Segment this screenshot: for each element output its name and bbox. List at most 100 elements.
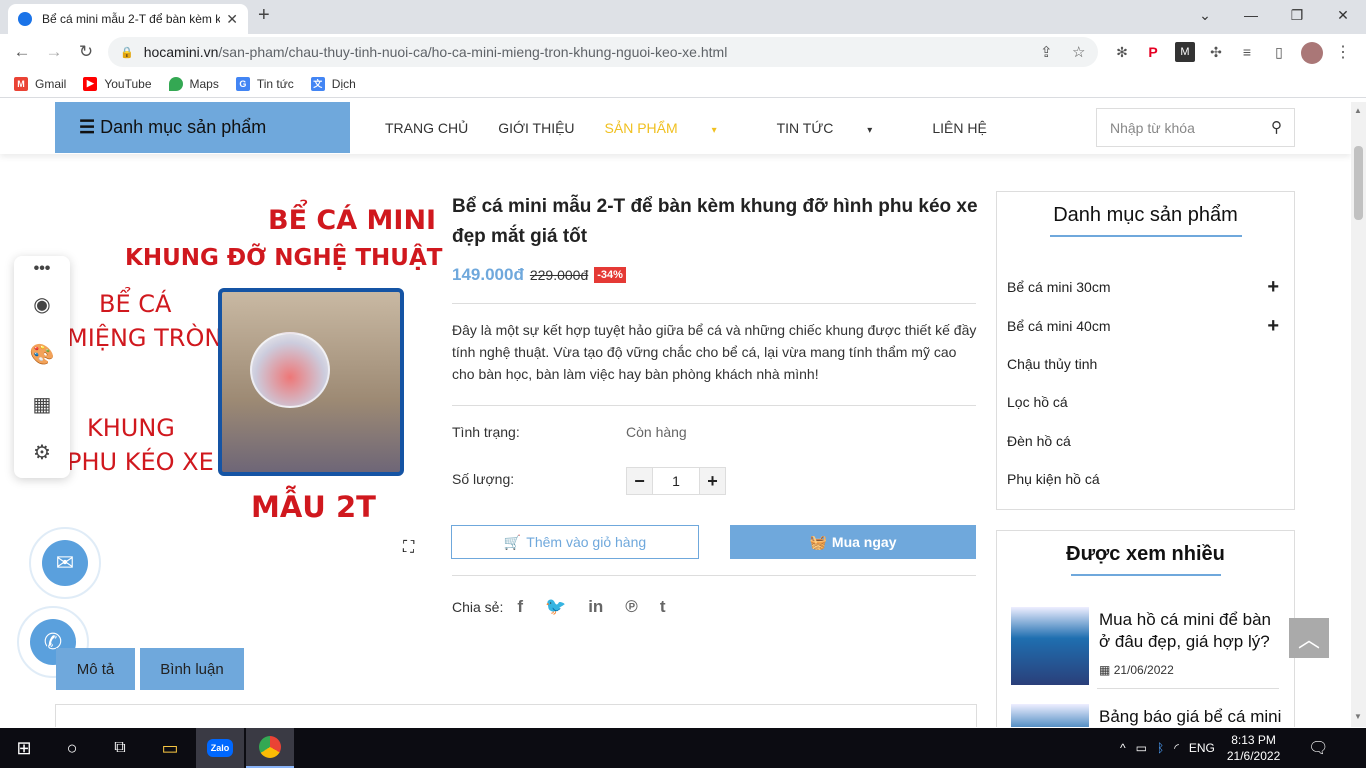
image-text: PHU KÉO XE [67, 448, 214, 476]
browser-tab[interactable]: Bể cá mini mẫu 2-T để bàn kèm k ✕ [8, 4, 248, 34]
share-page-icon[interactable]: ⇪ [1040, 43, 1053, 61]
nav-news[interactable]: TIN TỨC ▾ [777, 120, 903, 136]
category-item[interactable]: Bể cá mini 30cm + [1007, 276, 1287, 298]
news-item[interactable]: Mua hồ cá mini để bàn ở đâu đẹp, giá hợp… [1011, 607, 1291, 687]
news-title[interactable]: Bảng báo giá bể cá mini [1099, 706, 1284, 727]
new-tab-button[interactable]: + [258, 4, 270, 27]
bluetooth-icon[interactable]: ᛒ [1157, 741, 1164, 755]
palette-icon[interactable]: 🎨 [14, 342, 70, 367]
file-explorer-icon[interactable]: ▭ [148, 728, 192, 768]
clock-date: 21/6/2022 [1226, 749, 1281, 763]
linkedin-icon[interactable]: in [588, 597, 603, 617]
language-indicator[interactable]: ENG [1189, 741, 1215, 755]
news-title[interactable]: Mua hồ cá mini để bàn ở đâu đẹp, giá hợp… [1099, 609, 1284, 653]
pinterest-extension-icon[interactable]: P [1143, 42, 1163, 62]
close-window-button[interactable]: ✕ [1320, 0, 1366, 30]
nav-products[interactable]: SẢN PHẨM ▾ [605, 120, 747, 136]
reload-icon[interactable]: ↻ [70, 36, 102, 68]
page-scrollbar[interactable]: ▲ ▼ [1351, 102, 1366, 727]
tab-description[interactable]: Mô tả [56, 648, 135, 690]
nav-about[interactable]: GIỚI THIỆU [498, 120, 574, 136]
scrollbar-thumb[interactable] [1354, 146, 1363, 220]
scroll-down-arrow-icon[interactable]: ▼ [1354, 712, 1362, 721]
more-icon[interactable]: ••• [14, 260, 70, 278]
twitter-icon[interactable]: 🐦 [545, 597, 566, 617]
product-image[interactable]: BỂ CÁ MINI KHUNG ĐỠ NGHỆ THUẬT BỂ CÁ MIỆ… [55, 190, 442, 525]
minimize-button[interactable]: — [1228, 0, 1274, 30]
plus-button[interactable]: + [700, 468, 725, 494]
zalo-app-icon[interactable]: Zalo [196, 728, 244, 768]
bookmark-maps[interactable]: Maps [168, 76, 219, 91]
search-circle-icon[interactable]: ○ [48, 728, 96, 768]
pinterest-icon[interactable]: ℗ [625, 597, 638, 617]
category-item[interactable]: Chậu thủy tinh [1007, 356, 1287, 372]
nav-home[interactable]: TRANG CHỦ [385, 120, 468, 136]
quantity-input[interactable]: 1 [652, 468, 700, 494]
settings-gears-icon[interactable]: ⚙ [14, 440, 70, 465]
add-to-cart-button[interactable]: 🛒 Thêm vào giỏ hàng [451, 525, 699, 559]
tab-search-icon[interactable]: ⌄ [1182, 0, 1228, 30]
mendeley-extension-icon[interactable]: M [1175, 42, 1195, 62]
buy-now-button[interactable]: 🧺 Mua ngay [730, 525, 976, 559]
show-hidden-icons-icon[interactable]: ^ [1120, 741, 1126, 755]
back-icon[interactable]: ← [6, 36, 38, 68]
news-date-text: 21/06/2022 [1113, 663, 1174, 677]
bookmark-gmail[interactable]: M Gmail [14, 76, 66, 91]
chrome-app-icon[interactable] [246, 728, 294, 768]
category-menu-button[interactable]: ☰ Danh mục sản phẩm [55, 102, 350, 153]
fullscreen-icon[interactable]: ⛶ [403, 539, 414, 557]
search-input[interactable]: Nhập từ khóa ⚲ [1096, 108, 1295, 147]
bookmark-label: Dịch [331, 76, 356, 91]
eye-icon[interactable]: ◉ [14, 292, 70, 317]
image-text: MIỆNG TRÒN [67, 324, 223, 352]
plus-icon[interactable]: + [1267, 276, 1279, 299]
messenger-button[interactable]: ✉ [29, 527, 101, 599]
profile-avatar[interactable] [1301, 42, 1323, 64]
main-nav: TRANG CHỦ GIỚI THIỆU SẢN PHẨM ▾ TIN TỨC … [385, 102, 1017, 153]
category-item[interactable]: Phụ kiện hồ cá [1007, 471, 1287, 487]
category-item[interactable]: Lọc hồ cá [1007, 394, 1287, 410]
facebook-icon[interactable]: f [517, 597, 523, 617]
notification-icon[interactable]: 🗨 [1308, 738, 1328, 758]
extension-gear-icon[interactable]: ✻ [1112, 42, 1132, 62]
media-control-icon[interactable]: ≡ [1237, 42, 1257, 62]
search-icon[interactable]: ⚲ [1271, 118, 1282, 136]
bookmark-star-icon[interactable]: ☆ [1072, 43, 1085, 61]
clock[interactable]: 8:13 PM 21/6/2022 [1227, 732, 1280, 764]
bookmark-news[interactable]: G Tin tức [235, 76, 294, 91]
nav-contact[interactable]: LIÊN HỆ [932, 120, 986, 136]
bookmark-translate[interactable]: 文 Dịch [310, 76, 356, 91]
minus-button[interactable]: − [627, 468, 652, 494]
title-underline [1070, 574, 1221, 576]
sidebar-popular: Được xem nhiều Mua hồ cá mini để bàn ở đ… [996, 530, 1295, 727]
maximize-button[interactable]: ❐ [1274, 0, 1320, 30]
back-to-top-button[interactable]: ︿ [1289, 618, 1329, 658]
tab-comments[interactable]: Bình luận [140, 648, 244, 690]
browser-toolbar: ← → ↻ 🔒 hocamini.vn/san-pham/chau-thuy-t… [0, 34, 1366, 70]
plus-icon[interactable]: + [1267, 315, 1279, 338]
grid-icon[interactable]: ▦ [14, 392, 70, 417]
battery-icon[interactable]: ▭ [1136, 741, 1147, 755]
tumblr-icon[interactable]: t [660, 597, 666, 617]
news-thumbnail [1011, 704, 1089, 727]
title-underline [1049, 235, 1242, 237]
address-bar[interactable]: 🔒 hocamini.vn/san-pham/chau-thuy-tinh-nu… [108, 37, 1098, 67]
divider [452, 303, 976, 304]
chrome-menu-icon[interactable]: ⋮ [1333, 42, 1353, 62]
bookmark-youtube[interactable]: ▶ YouTube [83, 76, 152, 91]
side-panel-icon[interactable]: ▯ [1269, 42, 1289, 62]
forward-icon[interactable]: → [38, 36, 70, 68]
image-text: KHUNG ĐỠ NGHỆ THUẬT [125, 245, 443, 271]
bookmark-label: Maps [189, 76, 219, 91]
windows-start-icon[interactable]: ⊞ [0, 728, 48, 768]
news-item[interactable]: Bảng báo giá bể cá mini [1011, 704, 1291, 727]
extensions-puzzle-icon[interactable]: ✣ [1206, 42, 1226, 62]
category-item[interactable]: Đèn hồ cá [1007, 433, 1287, 449]
close-tab-icon[interactable]: ✕ [226, 11, 238, 28]
scroll-up-arrow-icon[interactable]: ▲ [1354, 106, 1362, 115]
wifi-icon[interactable]: ◜ [1174, 741, 1179, 755]
bookmark-label: YouTube [104, 76, 152, 91]
category-item[interactable]: Bể cá mini 40cm + [1007, 315, 1287, 337]
task-view-icon[interactable]: ⧉ [96, 728, 144, 768]
news-icon: G [235, 76, 250, 91]
